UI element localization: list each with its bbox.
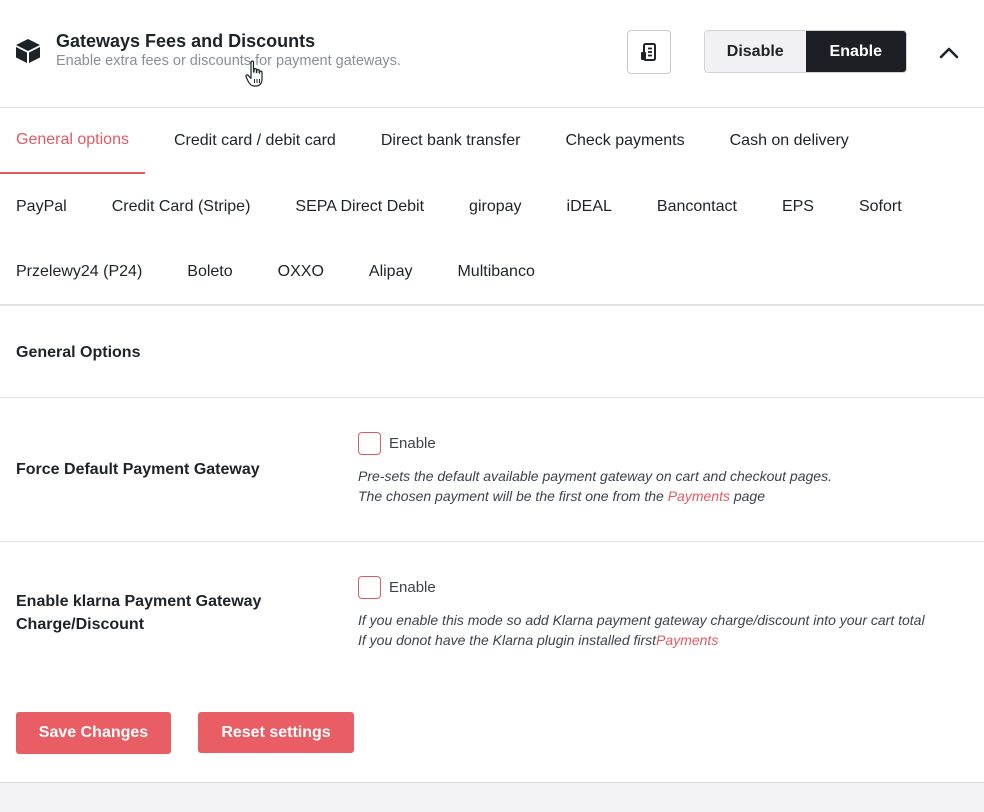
tab-row-1: General options Credit card / debit card… xyxy=(0,108,878,174)
section-title: General Options xyxy=(16,344,141,361)
module-header: Gateways Fees and Discounts Enable extra… xyxy=(0,0,984,108)
module-title: Gateways Fees and Discounts xyxy=(56,31,316,51)
force-default-checkbox-label: Enable xyxy=(389,435,436,452)
tab-oxxo[interactable]: OXXO xyxy=(262,239,340,305)
klarna-label: Enable klarna Payment Gateway Charge/Dis… xyxy=(16,593,262,633)
disable-button[interactable]: Disable xyxy=(705,31,806,72)
tab-check-payments[interactable]: Check payments xyxy=(549,108,700,174)
payments-link[interactable]: Payments xyxy=(668,488,730,504)
force-default-desc-prefix: The chosen payment will be the first one… xyxy=(358,488,668,504)
force-default-checkbox[interactable] xyxy=(358,432,381,455)
reset-settings-button[interactable]: Reset settings xyxy=(198,712,354,753)
tab-eps[interactable]: EPS xyxy=(766,174,830,240)
chevron-up-icon[interactable] xyxy=(938,44,960,60)
tab-row-2: PayPal Credit Card (Stripe) SEPA Direct … xyxy=(0,174,931,240)
klarna-desc-prefix: If you donot have the Klarna plugin inst… xyxy=(358,632,657,648)
tab-row-3: Przelewy24 (P24) Boleto OXXO Alipay Mult… xyxy=(0,239,564,305)
module-panel: Gateways Fees and Discounts Enable extra… xyxy=(0,0,984,783)
divider xyxy=(0,541,984,542)
force-default-desc-suffix: page xyxy=(729,488,766,504)
module-subtitle: Enable extra fees or discounts for payme… xyxy=(56,53,401,69)
tab-ideal[interactable]: iDEAL xyxy=(551,174,628,240)
save-changes-button[interactable]: Save Changes xyxy=(16,712,171,754)
box-icon xyxy=(16,39,40,63)
klarna-checkbox-label: Enable xyxy=(389,579,436,596)
klarna-description: If you enable this mode so add Klarna pa… xyxy=(358,610,925,650)
module-toggle: Disable Enable xyxy=(704,30,907,73)
tab-paypal[interactable]: PayPal xyxy=(0,174,83,240)
klarna-checkbox[interactable] xyxy=(358,576,381,599)
tab-cash-on-delivery[interactable]: Cash on delivery xyxy=(714,108,865,174)
force-default-description: Pre-sets the default available payment g… xyxy=(358,466,832,506)
tab-credit-debit-card[interactable]: Credit card / debit card xyxy=(158,108,352,174)
force-default-label: Force Default Payment Gateway xyxy=(16,461,260,478)
force-default-desc-line2: The chosen payment will be the first one… xyxy=(358,486,832,506)
tab-bancontact[interactable]: Bancontact xyxy=(641,174,753,240)
klarna-desc-line1: If you enable this mode so add Klarna pa… xyxy=(358,612,925,628)
divider xyxy=(0,397,984,398)
tab-general-options[interactable]: General options xyxy=(0,108,145,174)
documentation-button[interactable] xyxy=(627,30,671,74)
hand-cursor-icon xyxy=(245,60,263,87)
tab-credit-card-stripe[interactable]: Credit Card (Stripe) xyxy=(96,174,267,240)
klarna-desc-line2: If you donot have the Klarna plugin inst… xyxy=(358,630,925,650)
tab-przelewy24[interactable]: Przelewy24 (P24) xyxy=(0,239,158,305)
tab-multibanco[interactable]: Multibanco xyxy=(441,239,550,305)
tab-giropay[interactable]: giropay xyxy=(453,174,537,240)
tab-alipay[interactable]: Alipay xyxy=(353,239,429,305)
gateway-tabs: General options Credit card / debit card… xyxy=(0,108,984,306)
force-default-desc-line1: Pre-sets the default available payment g… xyxy=(358,468,832,484)
document-icon xyxy=(641,43,656,61)
tab-boleto[interactable]: Boleto xyxy=(171,239,248,305)
tab-sofort[interactable]: Sofort xyxy=(843,174,918,240)
enable-button[interactable]: Enable xyxy=(805,31,906,72)
klarna-payments-link[interactable]: Payments xyxy=(656,632,718,648)
tab-sepa-direct-debit[interactable]: SEPA Direct Debit xyxy=(279,174,440,240)
tab-direct-bank-transfer[interactable]: Direct bank transfer xyxy=(365,108,537,174)
